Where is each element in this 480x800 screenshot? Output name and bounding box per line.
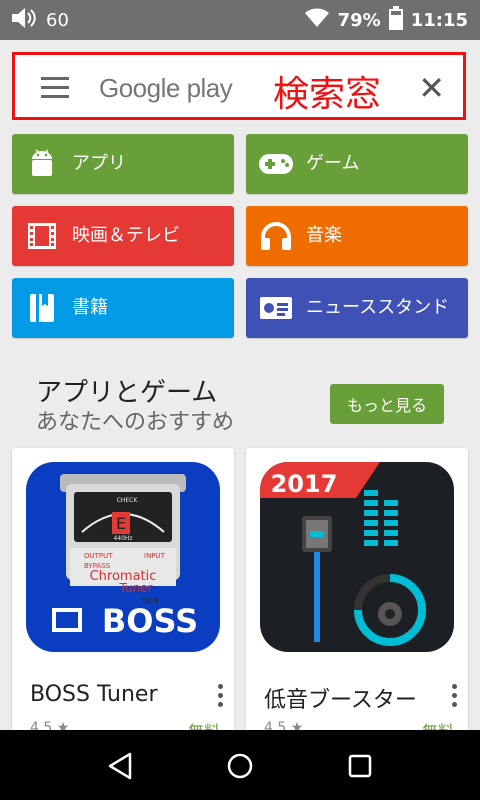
battery-icon	[388, 5, 403, 35]
home-icon[interactable]	[226, 752, 254, 784]
book-icon	[12, 278, 72, 338]
category-apps[interactable]: アプリ	[12, 134, 234, 194]
tuner-input-label: INPUT	[144, 552, 166, 560]
android-icon	[12, 134, 72, 194]
clock: 11:15	[410, 9, 468, 31]
category-games[interactable]: ゲーム	[246, 134, 468, 194]
search-bar[interactable]: Google play 検索窓 ✕	[12, 52, 466, 120]
category-music[interactable]: 音楽	[246, 206, 468, 266]
wifi-icon	[304, 8, 330, 33]
back-icon[interactable]	[106, 752, 134, 784]
category-newsstand[interactable]: ニューススタンド	[246, 278, 468, 338]
app-icon-boss-tuner: E CHECK 440Hz OUTPUT INPUT BYPASS Chroma…	[26, 462, 220, 652]
app-icon-bass-booster: 2017	[260, 462, 454, 652]
status-bar: 60 79% 11:15	[0, 0, 480, 40]
category-movies-tv[interactable]: 映画＆テレビ	[12, 206, 234, 266]
battery-percent: 79%	[337, 9, 381, 31]
category-label: 書籍	[72, 297, 108, 318]
tuner-tuner-label: Tuner	[118, 581, 152, 595]
app-name: BOSS Tuner	[30, 682, 158, 707]
tuner-check-label: CHECK	[117, 497, 139, 504]
app-name: 低音ブースター	[264, 688, 417, 713]
category-books[interactable]: 書籍	[12, 278, 234, 338]
headphones-icon	[246, 206, 306, 266]
more-button[interactable]: もっと見る	[330, 384, 444, 424]
search-annotation-label: 検索窓	[273, 74, 382, 115]
badge-2017: 2017	[271, 470, 338, 498]
category-label: ゲーム	[306, 153, 360, 174]
app-card-bass-booster[interactable]: 2017 低音ブースター 4.5 ★ 無料	[246, 448, 468, 738]
newspaper-icon	[246, 278, 306, 338]
category-label: ニューススタンド	[306, 297, 450, 318]
tuner-output-label: OUTPUT	[84, 552, 113, 560]
recents-icon[interactable]	[348, 754, 372, 782]
section-subtitle: あなたへのおすすめ	[36, 410, 235, 435]
category-label: アプリ	[72, 153, 126, 174]
app-card-boss-tuner[interactable]: E CHECK 440Hz OUTPUT INPUT BYPASS Chroma…	[12, 448, 234, 738]
system-navigation-bar	[0, 730, 480, 800]
film-icon	[12, 206, 72, 266]
close-icon[interactable]: ✕	[418, 69, 445, 107]
category-label: 音楽	[306, 225, 342, 246]
volume-level: 60	[46, 9, 69, 31]
google-play-logo: Google play	[99, 73, 233, 103]
category-label: 映画＆テレビ	[72, 225, 180, 246]
tuner-display-letter: E	[116, 514, 126, 533]
overflow-menu-icon[interactable]	[218, 684, 224, 711]
boss-logo-text: BOSS	[102, 602, 198, 640]
overflow-menu-icon[interactable]	[452, 684, 458, 711]
hamburger-menu-icon[interactable]	[41, 77, 69, 98]
tuner-reference-label: 440Hz	[113, 535, 132, 542]
gamepad-icon	[246, 134, 306, 194]
volume-icon	[10, 6, 38, 35]
